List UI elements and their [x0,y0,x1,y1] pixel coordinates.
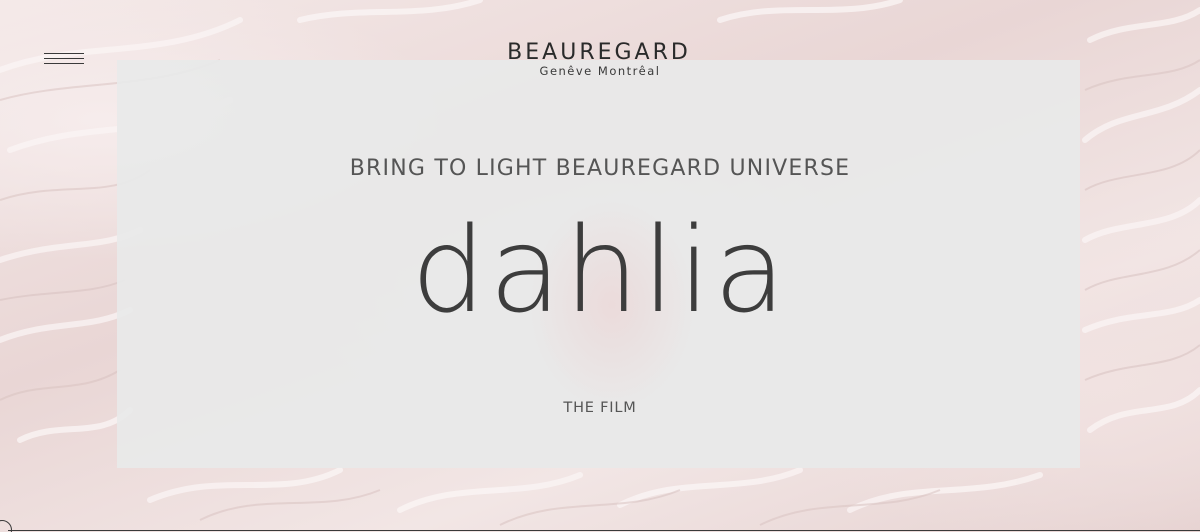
film-link-wrapper: THE FILM [0,399,1200,417]
bottom-progress-line [8,530,1200,531]
hero-stage: BEAUREGARD Genêve Montrêal BRING TO LIGH… [0,0,1200,532]
the-film-link[interactable]: THE FILM [563,400,636,416]
hero-headline: dahlia [411,201,789,339]
brand-cities: Genêve Montrêal [539,64,661,78]
brand-name: BEAUREGARD [507,40,691,65]
hero-kicker: BRING TO LIGHT BEAUREGARD UNIVERSE [349,156,851,181]
brand-logo[interactable]: BEAUREGARD Genêve Montrêal [0,40,1200,78]
